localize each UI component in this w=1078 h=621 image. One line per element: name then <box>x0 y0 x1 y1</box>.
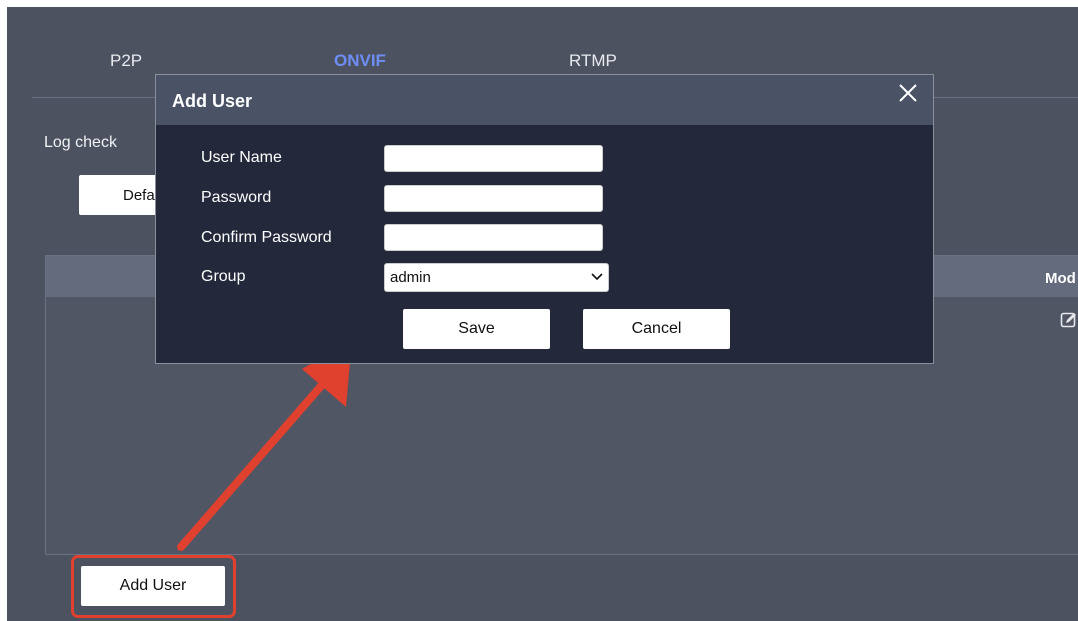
group-selected-value: admin <box>390 269 431 286</box>
password-input[interactable] <box>384 185 603 212</box>
tab-p2p[interactable]: P2P <box>110 51 142 71</box>
close-icon[interactable] <box>896 81 920 105</box>
highlight-box <box>71 555 236 618</box>
log-check-label: Log check <box>44 134 117 151</box>
group-select[interactable]: admin <box>384 263 609 292</box>
dialog-header: Add User <box>156 75 933 125</box>
user-name-label: User Name <box>201 149 282 166</box>
cancel-button[interactable]: Cancel <box>583 309 730 349</box>
column-header-modify: Mod <box>1045 270 1076 287</box>
chevron-down-icon <box>591 273 603 281</box>
dialog-title: Add User <box>172 91 253 111</box>
edit-icon[interactable] <box>1060 311 1078 329</box>
confirm-password-input[interactable] <box>384 224 603 251</box>
tab-rtmp[interactable]: RTMP <box>569 51 617 71</box>
tab-onvif[interactable]: ONVIF <box>334 51 386 71</box>
save-button[interactable]: Save <box>403 309 550 349</box>
confirm-password-label: Confirm Password <box>201 229 332 246</box>
user-name-input[interactable] <box>384 145 603 172</box>
password-label: Password <box>201 189 272 206</box>
group-label: Group <box>201 268 246 285</box>
add-user-dialog: Add User User Name Password Confirm Pass… <box>155 74 934 364</box>
